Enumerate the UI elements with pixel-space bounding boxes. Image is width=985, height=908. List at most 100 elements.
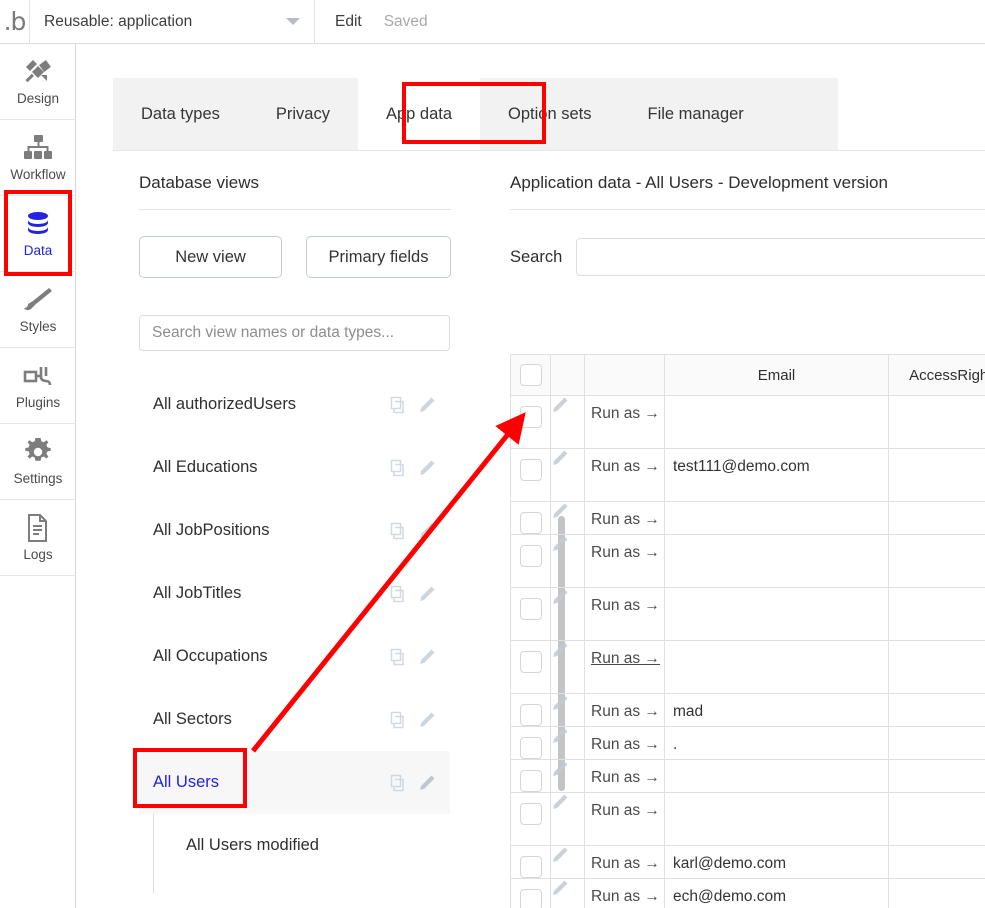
row-accessrights-cell[interactable]	[888, 501, 985, 535]
row-email-cell[interactable]	[664, 640, 889, 694]
table-row[interactable]: Run as → test111@demo.com	[510, 448, 985, 502]
edit-pencil-icon[interactable]	[551, 502, 584, 520]
row-select-cell[interactable]	[510, 878, 551, 908]
run-as-link[interactable]: Run as →	[585, 846, 664, 873]
row-runas-cell[interactable]: Run as →	[584, 878, 665, 908]
row-select-cell[interactable]	[510, 759, 551, 793]
row-email-cell[interactable]: test111@demo.com	[664, 448, 889, 502]
data-table-wrapper[interactable]: Email AccessRights Run as → Run as → test1…	[510, 354, 985, 908]
row-edit-cell[interactable]	[550, 534, 585, 588]
row-select-cell[interactable]	[510, 640, 551, 694]
table-row[interactable]: Run as → mad	[510, 693, 985, 727]
run-as-link[interactable]: Run as →	[585, 502, 664, 529]
edit-pencil-icon[interactable]	[551, 588, 584, 606]
edit-pencil-icon[interactable]	[418, 396, 436, 414]
edit-pencil-icon[interactable]	[551, 760, 584, 778]
row-edit-cell[interactable]	[550, 640, 585, 694]
edit-pencil-icon[interactable]	[551, 727, 584, 745]
row-accessrights-cell[interactable]	[888, 395, 985, 449]
edit-pencil-icon[interactable]	[418, 711, 436, 729]
copy-icon[interactable]	[390, 585, 408, 603]
sidebar-item-workflow[interactable]: Workflow	[0, 120, 76, 196]
row-select-cell[interactable]	[510, 693, 551, 727]
run-as-link[interactable]: Run as →	[585, 727, 664, 754]
copy-icon[interactable]	[390, 522, 408, 540]
select-all-checkbox[interactable]	[519, 364, 542, 386]
email-column-header[interactable]: Email	[664, 354, 889, 396]
table-row[interactable]: Run as →	[510, 501, 985, 535]
row-accessrights-cell[interactable]	[888, 448, 985, 502]
row-runas-cell[interactable]: Run as →	[584, 759, 665, 793]
edit-pencil-icon[interactable]	[418, 774, 436, 792]
row-checkbox[interactable]	[519, 545, 542, 567]
row-edit-cell[interactable]	[550, 501, 585, 535]
row-checkbox[interactable]	[519, 770, 542, 792]
row-checkbox[interactable]	[519, 598, 542, 620]
run-as-link[interactable]: Run as →	[585, 396, 664, 423]
sidebar-item-styles[interactable]: Styles	[0, 272, 76, 348]
row-runas-cell[interactable]: Run as →	[584, 395, 665, 449]
run-as-link[interactable]: Run as →	[585, 793, 664, 820]
row-accessrights-cell[interactable]	[888, 726, 985, 760]
table-row[interactable]: Run as → karl@demo.com	[510, 845, 985, 879]
tab-file-manager[interactable]: File manager	[620, 78, 772, 150]
row-edit-cell[interactable]	[550, 878, 585, 908]
row-edit-cell[interactable]	[550, 759, 585, 793]
copy-icon[interactable]	[390, 774, 408, 792]
tab-option-sets[interactable]: Option sets	[480, 78, 619, 150]
run-as-link[interactable]: Run as →	[585, 694, 664, 721]
view-list-item[interactable]: All authorizedUsers	[139, 373, 450, 436]
sidebar-item-plugins[interactable]: Plugins	[0, 348, 76, 424]
edit-pencil-icon[interactable]	[418, 585, 436, 603]
row-email-cell[interactable]	[664, 395, 889, 449]
app-selector-dropdown[interactable]: Reusable: application	[30, 0, 315, 44]
table-row[interactable]: Run as →	[510, 395, 985, 449]
table-row[interactable]: Run as →	[510, 759, 985, 793]
edit-button[interactable]: Edit	[335, 13, 362, 31]
views-list[interactable]: All authorizedUsers All Educations All J…	[139, 373, 450, 893]
run-as-link[interactable]: Run as →	[585, 535, 664, 562]
row-checkbox[interactable]	[519, 459, 542, 481]
row-edit-cell[interactable]	[550, 448, 585, 502]
row-accessrights-cell[interactable]	[888, 792, 985, 846]
table-row[interactable]: Run as →	[510, 640, 985, 694]
tab-data-types[interactable]: Data types	[113, 78, 248, 150]
run-as-link[interactable]: Run as →	[585, 760, 664, 787]
row-select-cell[interactable]	[510, 448, 551, 502]
copy-icon[interactable]	[390, 459, 408, 477]
row-select-cell[interactable]	[510, 845, 551, 879]
row-email-cell[interactable]	[664, 587, 889, 641]
view-list-item-all-users[interactable]: All Users	[139, 751, 450, 814]
edit-pencil-icon[interactable]	[551, 846, 584, 864]
row-accessrights-cell[interactable]	[888, 878, 985, 908]
row-checkbox[interactable]	[519, 651, 542, 673]
row-runas-cell[interactable]: Run as →	[584, 640, 665, 694]
row-accessrights-cell[interactable]	[888, 640, 985, 694]
row-runas-cell[interactable]: Run as →	[584, 587, 665, 641]
row-select-cell[interactable]	[510, 501, 551, 535]
row-select-cell[interactable]	[510, 534, 551, 588]
row-runas-cell[interactable]: Run as →	[584, 845, 665, 879]
view-list-item-child[interactable]: All Users modified	[154, 814, 450, 877]
edit-pencil-icon[interactable]	[551, 449, 584, 467]
view-list-item[interactable]: All JobPositions	[139, 499, 450, 562]
accessrights-column-header[interactable]: AccessRights	[888, 354, 985, 396]
row-accessrights-cell[interactable]	[888, 693, 985, 727]
run-as-link[interactable]: Run as →	[585, 641, 664, 668]
sidebar-item-data[interactable]: Data	[0, 196, 76, 272]
row-checkbox[interactable]	[519, 737, 542, 759]
view-list-item-child[interactable]: All Users modified 2	[154, 877, 450, 893]
row-email-cell[interactable]	[664, 792, 889, 846]
row-checkbox[interactable]	[519, 406, 542, 428]
table-row[interactable]: Run as →	[510, 534, 985, 588]
row-accessrights-cell[interactable]	[888, 845, 985, 879]
tab-app-data[interactable]: App data	[357, 78, 481, 150]
row-accessrights-cell[interactable]	[888, 759, 985, 793]
row-runas-cell[interactable]: Run as →	[584, 693, 665, 727]
select-all-header[interactable]	[510, 354, 551, 396]
run-as-link[interactable]: Run as →	[585, 449, 664, 476]
primary-fields-button[interactable]: Primary fields	[306, 236, 451, 278]
row-checkbox[interactable]	[519, 889, 542, 908]
row-email-cell[interactable]: .	[664, 726, 889, 760]
edit-pencil-icon[interactable]	[551, 396, 584, 414]
